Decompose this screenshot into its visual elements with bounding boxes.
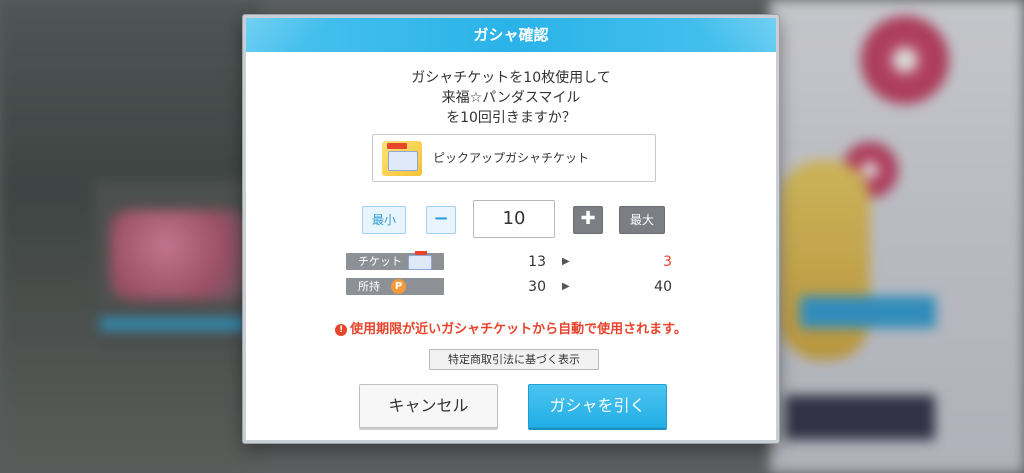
min-button[interactable]: 最小 bbox=[362, 206, 406, 234]
owned-label: 所持 P bbox=[346, 278, 444, 295]
ticket-before: 13 bbox=[528, 254, 546, 270]
owned-count-row: 所持 P 30 ▶ 40 bbox=[346, 278, 676, 296]
alert-icon: ! bbox=[335, 324, 348, 336]
p-coin-icon: P bbox=[391, 279, 406, 294]
item-name: ピックアップガシャチケット bbox=[433, 151, 590, 165]
owned-after: 40 bbox=[654, 279, 672, 295]
draw-gacha-button[interactable]: ガシャを引く bbox=[528, 384, 667, 428]
dialog-title: ガシャ確認 bbox=[473, 26, 549, 44]
plus-button[interactable]: ✚ bbox=[573, 206, 603, 234]
arrow-right-icon: ▶ bbox=[562, 281, 570, 292]
gacha-confirm-dialog: ガシャ確認 ガシャチケットを10枚使用して 来福☆パンダスマイル を10回引きま… bbox=[243, 15, 779, 443]
expiry-warning: ! 使用期限が近いガシャチケットから自動で使用されます。 bbox=[246, 318, 776, 337]
quantity-stepper: 最小 − 10 ✚ 最大 bbox=[246, 200, 776, 240]
dialog-header: ガシャ確認 bbox=[246, 18, 776, 52]
message-line-1: ガシャチケットを10枚使用して bbox=[411, 70, 611, 86]
legal-notice-button[interactable]: 特定商取引法に基づく表示 bbox=[429, 349, 599, 370]
ticket-label: チケット bbox=[346, 251, 444, 270]
item-card: ピックアップガシャチケット bbox=[372, 134, 656, 182]
confirm-message: ガシャチケットを10枚使用して 来福☆パンダスマイル を10回引きますか？ bbox=[246, 68, 776, 128]
message-line-2: 来福☆パンダスマイル bbox=[441, 90, 581, 106]
ticket-count-row: チケット 13 ▶ 3 bbox=[346, 251, 676, 271]
max-button[interactable]: 最大 bbox=[619, 206, 665, 234]
minus-button[interactable]: − bbox=[426, 206, 456, 234]
owned-before: 30 bbox=[528, 279, 546, 295]
cancel-button[interactable]: キャンセル bbox=[359, 384, 498, 428]
arrow-right-icon: ▶ bbox=[562, 256, 570, 267]
gacha-ticket-icon bbox=[382, 141, 422, 176]
warning-text: 使用期限が近いガシャチケットから自動で使用されます。 bbox=[350, 322, 687, 337]
message-line-3: を10回引きますか？ bbox=[446, 110, 576, 126]
ticket-icon bbox=[408, 251, 432, 270]
ticket-after: 3 bbox=[663, 254, 672, 270]
quantity-field[interactable]: 10 bbox=[473, 200, 555, 238]
